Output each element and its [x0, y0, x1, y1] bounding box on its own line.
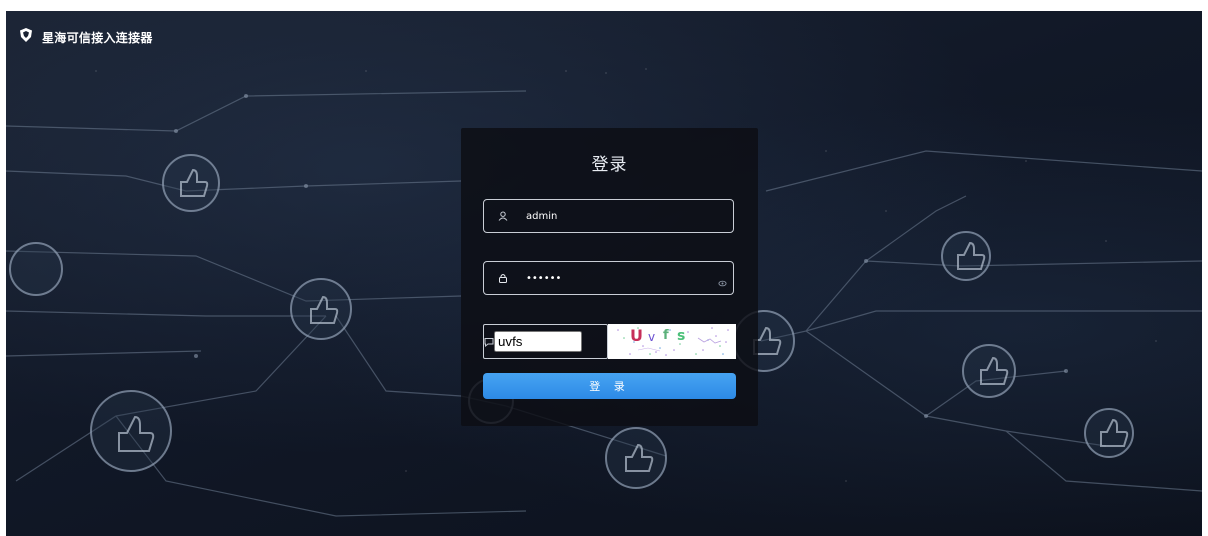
user-icon [496, 209, 510, 223]
login-page-background: 星海可信接入连接器 登录 admin •••••• uvfs U v f s 登… [6, 11, 1202, 536]
login-button[interactable]: 登 录 [483, 373, 736, 399]
captcha-input[interactable] [494, 331, 582, 352]
captcha-field[interactable] [483, 324, 608, 359]
lock-icon [496, 271, 510, 285]
captcha-image[interactable]: U v f s [608, 324, 736, 359]
svg-text:s: s [677, 328, 685, 344]
login-title: 登录 [591, 155, 628, 175]
brand: 星海可信接入连接器 [18, 28, 153, 46]
password-input[interactable] [526, 272, 706, 284]
username-field[interactable] [483, 199, 734, 233]
svg-text:U: U [630, 326, 643, 345]
svg-text:f: f [663, 328, 669, 343]
svg-text:v: v [648, 330, 655, 344]
app-title: 星海可信接入连接器 [42, 30, 153, 45]
shield-icon [18, 27, 34, 47]
message-icon [484, 332, 494, 351]
login-panel: 登录 admin •••••• uvfs U v f s 登 录 [461, 128, 758, 426]
eye-icon[interactable] [718, 273, 727, 292]
password-field[interactable] [483, 261, 734, 295]
captcha-row: U v f s [483, 324, 736, 359]
username-input[interactable] [526, 210, 706, 222]
